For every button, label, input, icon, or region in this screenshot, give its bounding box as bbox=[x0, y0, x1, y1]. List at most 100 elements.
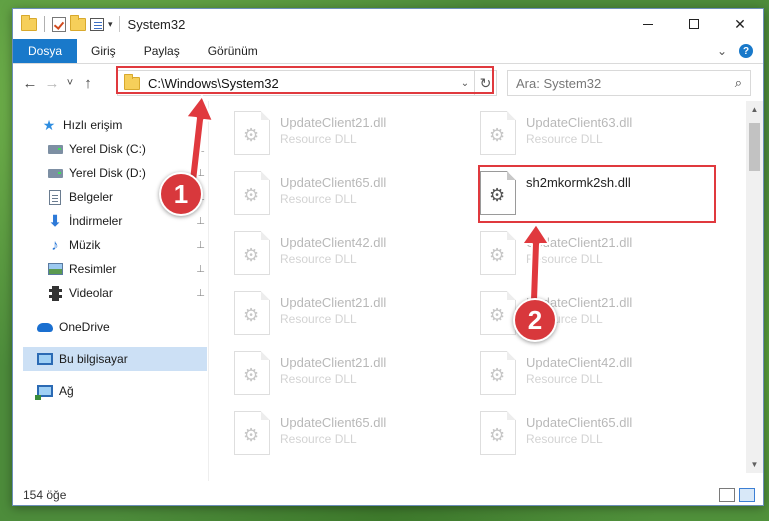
file-item[interactable]: ⚙ UpdateClient42.dll Resource DLL bbox=[234, 231, 474, 281]
pin-icon[interactable]: ⊥ bbox=[196, 240, 205, 251]
sidebar-item-network[interactable]: Ağ bbox=[13, 379, 207, 403]
dll-file-icon: ⚙ bbox=[480, 351, 516, 395]
maximize-icon bbox=[689, 19, 699, 29]
file-item[interactable]: ⚙ UpdateClient65.dll Resource DLL bbox=[480, 411, 720, 461]
toolbar-dropdown-icon[interactable]: ▾ bbox=[108, 19, 113, 30]
gear-icon: ⚙ bbox=[243, 125, 260, 145]
dll-file-icon: ⚙ bbox=[234, 231, 270, 275]
ribbon-tabs: Dosya Giriş Paylaş Görünüm ⌄ ? bbox=[13, 39, 763, 64]
vertical-scrollbar[interactable]: ▲ ▼ bbox=[746, 101, 763, 473]
file-item[interactable]: ⚙ UpdateClient21.dll Resource DLL bbox=[234, 111, 474, 161]
file-type: Resource DLL bbox=[526, 132, 603, 146]
sidebar-item-label: OneDrive bbox=[59, 320, 110, 334]
scrollbar-thumb[interactable] bbox=[749, 123, 760, 171]
item-count: 154 öğe bbox=[23, 488, 67, 502]
dll-file-icon: ⚙ bbox=[234, 171, 270, 215]
tab-home[interactable]: Giriş bbox=[77, 39, 130, 63]
search-placeholder: Ara: System32 bbox=[516, 75, 602, 91]
pin-icon[interactable]: ⊥ bbox=[196, 144, 205, 155]
sidebar-item-label: İndirmeler bbox=[69, 214, 123, 228]
pin-icon[interactable]: ⊥ bbox=[196, 264, 205, 275]
pin-icon[interactable]: ⊥ bbox=[196, 168, 205, 179]
tab-file[interactable]: Dosya bbox=[13, 39, 78, 63]
sidebar-item-label: Videolar bbox=[69, 286, 113, 300]
tab-view[interactable]: Görünüm bbox=[194, 39, 272, 63]
file-name: UpdateClient42.dll bbox=[526, 355, 633, 370]
toolbar-divider bbox=[44, 16, 45, 32]
file-item[interactable]: ⚙ UpdateClient21.dll Resource DLL bbox=[234, 351, 474, 401]
title-bar: ▾ System32 ✕ bbox=[13, 9, 763, 39]
close-button[interactable]: ✕ bbox=[717, 9, 763, 39]
file-type: Resource DLL bbox=[280, 132, 357, 146]
file-item[interactable]: ⚙ UpdateClient42.dll Resource DLL bbox=[480, 351, 720, 401]
maximize-button[interactable] bbox=[671, 9, 717, 39]
window-title: System32 bbox=[127, 16, 186, 32]
gear-icon: ⚙ bbox=[489, 125, 506, 145]
sidebar-item-this-pc[interactable]: Bu bilgisayar bbox=[23, 347, 207, 371]
file-name: UpdateClient21.dll bbox=[526, 235, 633, 250]
file-type: Resource DLL bbox=[526, 372, 603, 386]
dll-file-icon: ⚙ bbox=[234, 351, 270, 395]
file-name: UpdateClient21.dll bbox=[280, 355, 387, 370]
sidebar-item-pictures[interactable]: Resimler ⊥ bbox=[13, 257, 207, 281]
recent-locations-button[interactable]: ˅ bbox=[63, 77, 77, 89]
sidebar-item-label: Hızlı erişim bbox=[63, 118, 123, 132]
expand-ribbon-icon[interactable]: ⌄ bbox=[717, 44, 727, 58]
up-button[interactable]: ↑ bbox=[77, 75, 99, 92]
pin-icon[interactable]: ⊥ bbox=[196, 288, 205, 299]
sidebar-item-label: Belgeler bbox=[69, 190, 114, 204]
gear-icon: ⚙ bbox=[489, 365, 506, 385]
gear-icon: ⚙ bbox=[489, 305, 506, 325]
search-icon[interactable]: ⌕ bbox=[735, 75, 742, 91]
tab-share[interactable]: Paylaş bbox=[130, 39, 194, 63]
file-item[interactable]: ⚙ UpdateClient63.dll Resource DLL bbox=[480, 111, 720, 161]
status-bar: 154 öğe bbox=[13, 483, 763, 505]
file-name: UpdateClient63.dll bbox=[526, 115, 633, 130]
cloud-icon bbox=[37, 319, 53, 335]
documents-icon bbox=[47, 189, 63, 205]
properties-check-icon[interactable] bbox=[52, 16, 66, 32]
dll-file-icon: ⚙ bbox=[480, 111, 516, 155]
file-type: Resource DLL bbox=[526, 432, 603, 446]
step-2-badge: 2 bbox=[513, 298, 557, 342]
details-view-icon[interactable] bbox=[719, 488, 735, 502]
file-list: ⚙ UpdateClient21.dll Resource DLL ⚙ Updat… bbox=[210, 101, 745, 473]
gear-icon: ⚙ bbox=[243, 365, 260, 385]
window-controls: ✕ bbox=[625, 9, 763, 39]
sidebar-item-local-disk-c[interactable]: Yerel Disk (C:) ⊥ bbox=[13, 137, 207, 161]
file-item[interactable]: ⚙ UpdateClient21.dll Resource DLL bbox=[234, 291, 474, 341]
sidebar-item-music[interactable]: ♪ Müzik ⊥ bbox=[13, 233, 207, 257]
pin-icon[interactable]: ⊥ bbox=[196, 216, 205, 227]
scroll-down-icon[interactable]: ▼ bbox=[746, 456, 763, 473]
drive-icon bbox=[47, 141, 63, 157]
help-icon[interactable]: ? bbox=[739, 44, 753, 58]
file-type: Resource DLL bbox=[280, 252, 357, 266]
new-folder-icon[interactable] bbox=[70, 14, 86, 31]
file-item[interactable]: ⚙ UpdateClient65.dll Resource DLL bbox=[234, 411, 474, 461]
file-item[interactable]: ⚙ UpdateClient21.dll Resource DLL bbox=[480, 231, 720, 281]
sidebar-item-onedrive[interactable]: OneDrive bbox=[13, 315, 207, 339]
sidebar-item-label: Resimler bbox=[69, 262, 117, 276]
forward-button[interactable]: → bbox=[41, 75, 63, 92]
navigation-pane: ★ Hızlı erişim Yerel Disk (C:) ⊥ Yerel D… bbox=[13, 101, 209, 481]
search-input[interactable]: Ara: System32 ⌕ bbox=[507, 70, 751, 96]
file-type: Resource DLL bbox=[280, 372, 357, 386]
file-name: UpdateClient21.dll bbox=[280, 115, 387, 130]
minimize-button[interactable] bbox=[625, 9, 671, 39]
large-icons-view-icon[interactable] bbox=[739, 488, 755, 502]
dll-file-icon: ⚙ bbox=[480, 231, 516, 275]
gear-icon: ⚙ bbox=[489, 425, 506, 445]
file-type: Resource DLL bbox=[280, 432, 357, 446]
sidebar-item-videos[interactable]: Videolar ⊥ bbox=[13, 281, 207, 305]
folder-icon[interactable] bbox=[21, 14, 37, 31]
sidebar-item-quick-access[interactable]: ★ Hızlı erişim bbox=[13, 113, 207, 137]
minimize-icon bbox=[643, 23, 653, 25]
back-button[interactable]: ← bbox=[19, 75, 41, 92]
file-name: UpdateClient21.dll bbox=[280, 295, 387, 310]
customize-toolbar-icon[interactable] bbox=[90, 17, 104, 31]
file-item[interactable]: ⚙ UpdateClient65.dll Resource DLL bbox=[234, 171, 474, 221]
step-1-badge: 1 bbox=[159, 172, 203, 216]
pictures-icon bbox=[47, 261, 63, 277]
scroll-up-icon[interactable]: ▲ bbox=[746, 101, 763, 118]
file-name: UpdateClient65.dll bbox=[280, 415, 387, 430]
